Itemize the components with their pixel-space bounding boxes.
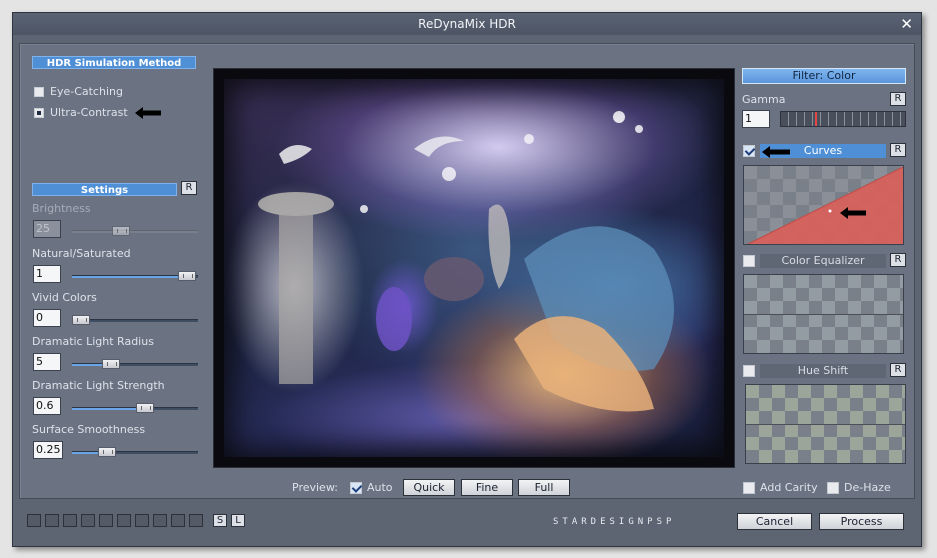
main-panel: HDR Simulation Method Eye-Catching Ultra… xyxy=(19,43,915,499)
label-eye-catching[interactable]: Eye-Catching xyxy=(50,85,123,98)
hue-shift-reset-button[interactable]: R xyxy=(890,363,906,377)
preset-slot-3[interactable] xyxy=(63,514,77,527)
de-haze-checkbox[interactable] xyxy=(827,482,839,494)
vivid-colors-input[interactable]: 0 xyxy=(33,309,61,327)
brightness-input[interactable]: 25 xyxy=(33,220,61,238)
preset-slot-9[interactable] xyxy=(171,514,185,527)
gamma-label: Gamma xyxy=(742,93,786,106)
footer-bar: S L STARDESIGNPSP Cancel Process xyxy=(13,507,921,547)
vivid-colors-label: Vivid Colors xyxy=(32,291,97,304)
hue-shift-baseline xyxy=(746,424,905,425)
filter-color-button[interactable]: Filter: Color xyxy=(742,68,906,84)
de-haze-label[interactable]: De-Haze xyxy=(844,481,891,494)
curves-reset-button[interactable]: R xyxy=(890,143,906,157)
add-clarity-label[interactable]: Add Carity xyxy=(760,481,818,494)
gamma-slider[interactable] xyxy=(780,111,906,127)
plugin-window: ReDynaMix HDR ✕ HDR Simulation Method Ey… xyxy=(12,12,922,547)
pointer-arrow-icon xyxy=(135,107,161,119)
surface-smoothness-label: Surface Smoothness xyxy=(32,423,146,436)
color-equalizer-header: Color Equalizer xyxy=(760,254,886,268)
color-equalizer-baseline xyxy=(744,314,903,315)
preset-slot-8[interactable] xyxy=(153,514,167,527)
dramatic-light-radius-label: Dramatic Light Radius xyxy=(32,335,154,348)
radio-eye-catching[interactable] xyxy=(34,87,44,97)
vivid-colors-slider-thumb[interactable] xyxy=(72,315,90,325)
preset-slot-7[interactable] xyxy=(135,514,149,527)
save-preset-button[interactable]: S xyxy=(213,514,227,527)
color-equalizer-reset-button[interactable]: R xyxy=(890,253,906,267)
hue-shift-graph[interactable] xyxy=(745,384,906,464)
preview-canvas[interactable] xyxy=(213,68,735,468)
brand-logo: STARDESIGNPSP xyxy=(553,517,676,527)
preset-slot-1[interactable] xyxy=(27,514,41,527)
fine-button[interactable]: Fine xyxy=(461,479,513,496)
full-button[interactable]: Full xyxy=(518,479,570,496)
dramatic-light-strength-slider-fill xyxy=(72,408,144,410)
natural-saturated-slider-thumb[interactable] xyxy=(178,271,196,281)
add-clarity-checkbox[interactable] xyxy=(743,482,755,494)
gamma-slider-marker[interactable] xyxy=(815,112,817,126)
dramatic-light-radius-input[interactable]: 5 xyxy=(33,353,61,371)
preset-slot-2[interactable] xyxy=(45,514,59,527)
brightness-slider-thumb[interactable] xyxy=(112,226,130,236)
vivid-colors-slider[interactable] xyxy=(72,315,198,325)
settings-header: Settings xyxy=(32,183,177,196)
radio-ultra-contrast[interactable] xyxy=(34,108,44,118)
close-icon[interactable]: ✕ xyxy=(900,13,913,35)
hue-shift-header: Hue Shift xyxy=(760,364,886,378)
preset-slot-10[interactable] xyxy=(189,514,203,527)
surface-smoothness-slider-thumb[interactable] xyxy=(98,447,116,457)
preset-slot-5[interactable] xyxy=(99,514,113,527)
surface-smoothness-input[interactable]: 0.25 xyxy=(33,441,63,459)
natural-saturated-input[interactable]: 1 xyxy=(33,265,61,283)
preview-vignette xyxy=(214,69,734,467)
label-ultra-contrast[interactable]: Ultra-Contrast xyxy=(50,106,128,119)
natural-saturated-slider[interactable] xyxy=(72,271,198,281)
process-button[interactable]: Process xyxy=(819,513,904,530)
dramatic-light-radius-slider[interactable] xyxy=(72,359,198,369)
title-bar: ReDynaMix HDR ✕ xyxy=(13,13,921,35)
preview-label: Preview: xyxy=(292,481,338,494)
load-preset-button[interactable]: L xyxy=(231,514,245,527)
natural-saturated-slider-fill xyxy=(72,276,184,278)
preset-slot-4[interactable] xyxy=(81,514,95,527)
dramatic-light-radius-slider-thumb[interactable] xyxy=(102,359,120,369)
dramatic-light-strength-slider-thumb[interactable] xyxy=(136,403,154,413)
color-equalizer-checkbox[interactable] xyxy=(743,255,755,267)
settings-reset-button[interactable]: R xyxy=(181,181,197,195)
brightness-label: Brightness xyxy=(32,202,91,215)
curves-checkbox[interactable] xyxy=(743,145,755,157)
window-title: ReDynaMix HDR xyxy=(418,17,516,31)
gamma-reset-button[interactable]: R xyxy=(890,92,906,106)
curves-plot xyxy=(746,166,903,244)
preset-slot-6[interactable] xyxy=(117,514,131,527)
surface-smoothness-slider[interactable] xyxy=(72,447,198,457)
curves-pointer-arrow-icon xyxy=(762,146,790,158)
hue-shift-checkbox[interactable] xyxy=(743,365,755,377)
dramatic-light-strength-input[interactable]: 0.6 xyxy=(33,397,61,415)
color-equalizer-graph[interactable] xyxy=(743,274,904,354)
brightness-slider[interactable] xyxy=(72,226,198,236)
auto-checkbox[interactable] xyxy=(350,482,362,494)
quick-button[interactable]: Quick xyxy=(403,479,455,496)
gamma-input[interactable]: 1 xyxy=(742,110,770,128)
dramatic-light-strength-label: Dramatic Light Strength xyxy=(32,379,165,392)
cancel-button[interactable]: Cancel xyxy=(737,513,812,530)
auto-label[interactable]: Auto xyxy=(367,481,393,494)
curves-graph[interactable] xyxy=(743,165,904,245)
natural-saturated-label: Natural/Saturated xyxy=(32,247,131,260)
hdr-method-header: HDR Simulation Method xyxy=(32,56,196,69)
dramatic-light-strength-slider[interactable] xyxy=(72,403,198,413)
